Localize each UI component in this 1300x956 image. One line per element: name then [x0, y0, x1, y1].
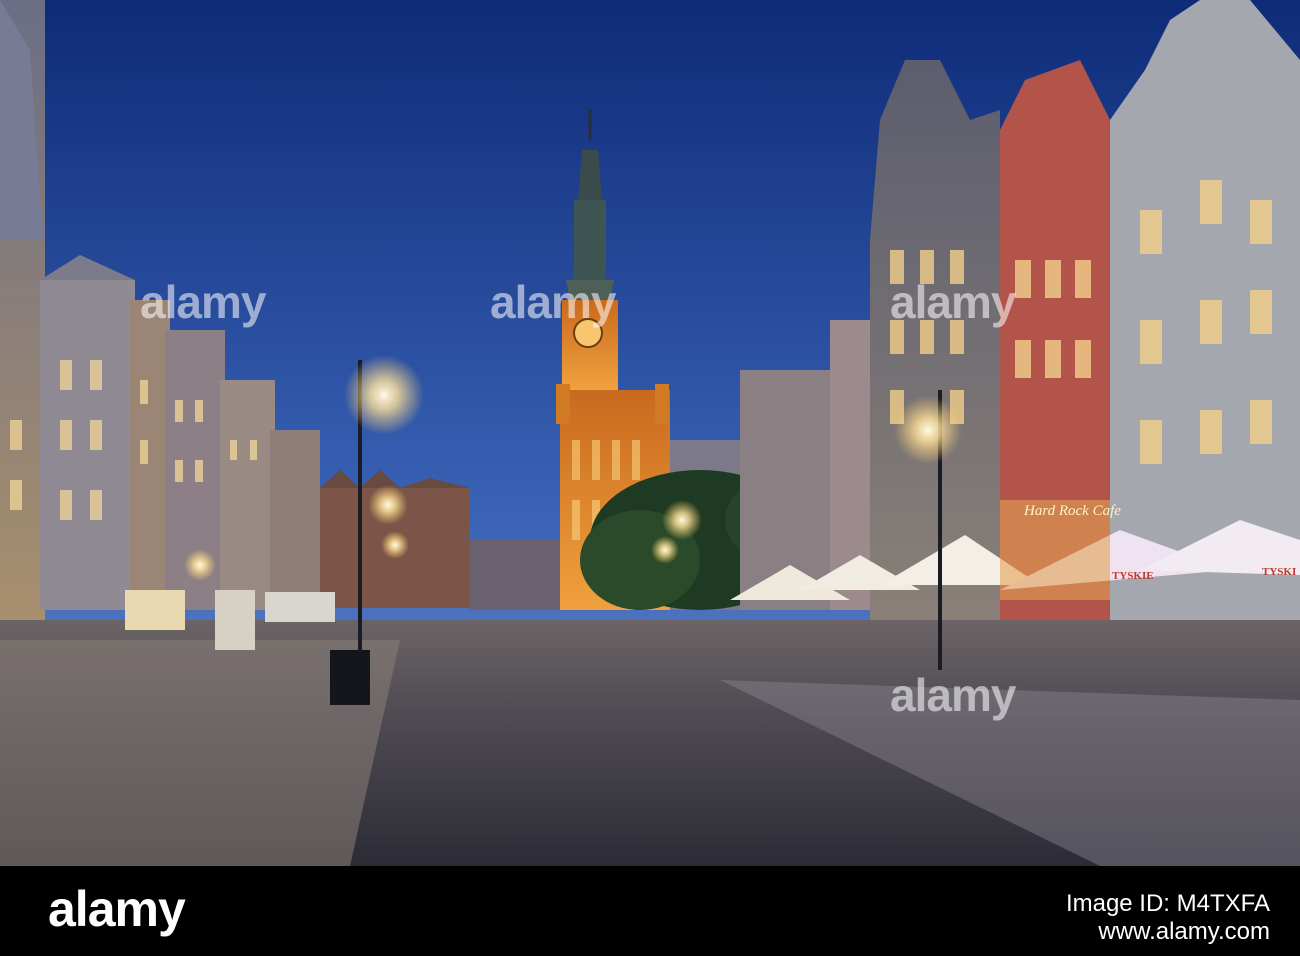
image-id-label: Image ID: M4TXFA: [1065, 890, 1270, 917]
watermark-alamy: alamy: [140, 276, 266, 328]
tyskie-umbrella-sign: TYSKIE: [1112, 570, 1154, 582]
alamy-url: www.alamy.com: [1098, 918, 1270, 945]
image-id: Image ID: M4TXFA www.alamy.com: [1066, 890, 1270, 946]
tyski-umbrella-sign: TYSKI: [1262, 566, 1297, 578]
watermark-alamy: alamy: [890, 276, 1016, 328]
watermark-alamy: alamy: [490, 276, 616, 328]
photo-stage: Hard Rock Cafe TYSKIE TYSKI alamy alamy …: [0, 0, 1300, 956]
hard-rock-cafe-sign: Hard Rock Cafe: [1024, 503, 1121, 519]
watermark-alamy: alamy: [890, 669, 1016, 721]
alamy-logo: alamy: [48, 881, 186, 937]
street-photo: [0, 0, 1300, 866]
